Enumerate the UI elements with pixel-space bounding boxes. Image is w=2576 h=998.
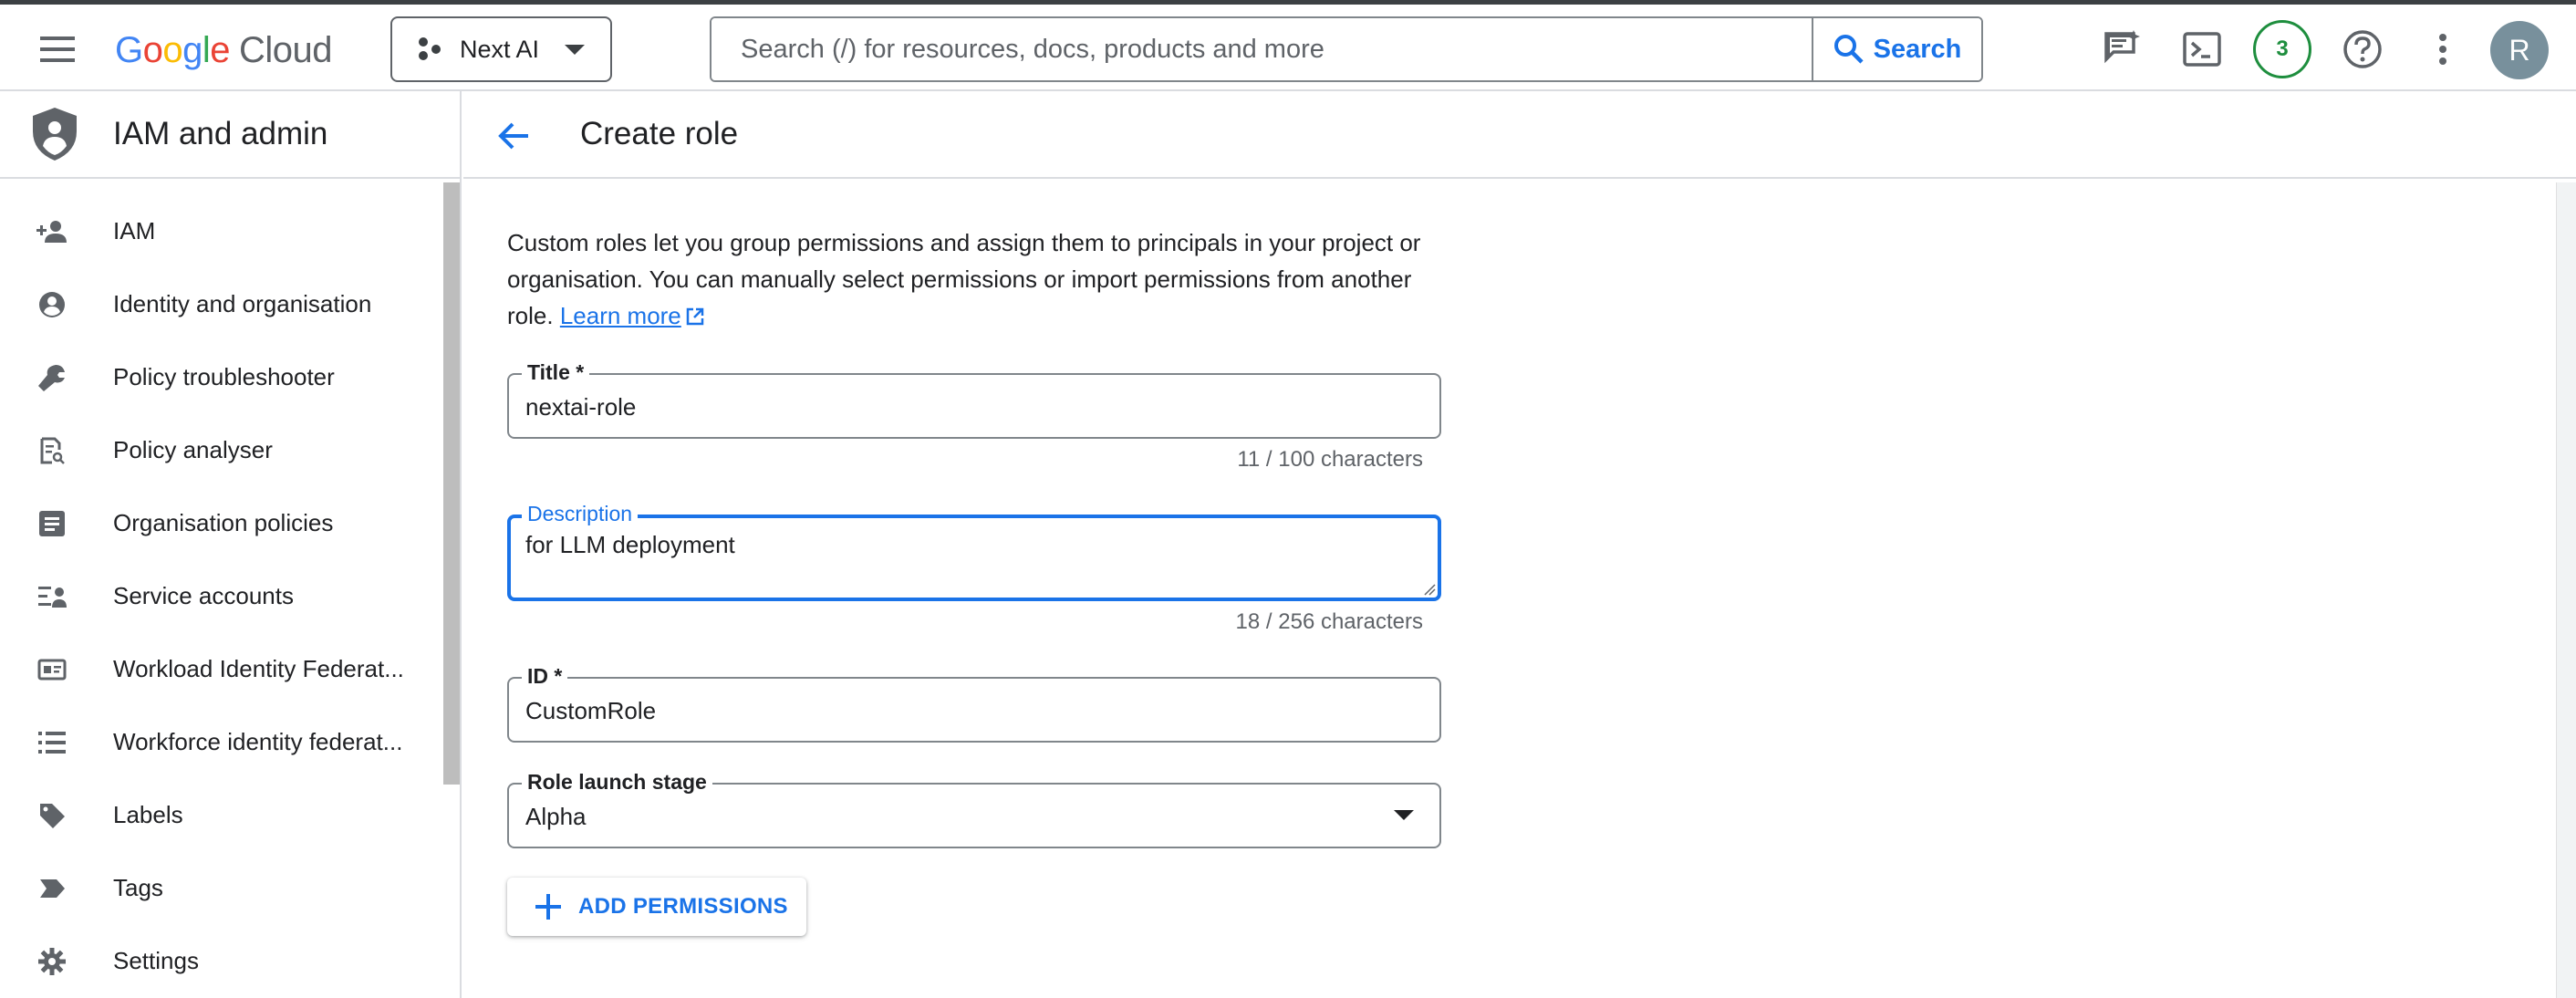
google-cloud-logo[interactable]: Go o g l e Cloud [115, 23, 333, 78]
open-in-new-icon [686, 307, 704, 326]
sidebar-item-labels[interactable]: Labels [0, 779, 441, 850]
sidebar-item-label: Organisation policies [113, 508, 334, 536]
role-launch-stage-value: Alpha [525, 803, 587, 830]
project-picker[interactable]: Next AI [390, 16, 612, 82]
plus-icon [535, 894, 561, 920]
sidebar-item-service-accounts[interactable]: Service accounts [0, 560, 441, 631]
main-menu-icon[interactable] [36, 28, 78, 70]
policy-document-icon [36, 435, 68, 466]
service-account-icon [36, 581, 68, 612]
top-app-bar: GoogleCloud Next AI Search 3 R [0, 5, 2576, 91]
sidebar-item-policy-analyser[interactable]: Policy analyser [0, 414, 441, 485]
add-permissions-button[interactable]: ADD PERMISSIONS [507, 878, 806, 936]
learn-more-link[interactable]: Learn more [560, 302, 681, 329]
page-header: Create role [463, 91, 2576, 179]
sidebar-item-label: Labels [113, 800, 183, 828]
search-icon [1833, 35, 1864, 64]
sidebar-scrollbar[interactable] [443, 182, 460, 785]
resize-handle-icon[interactable] [1423, 583, 1436, 596]
description-field-label: Description [522, 502, 639, 526]
help-icon[interactable] [2339, 26, 2386, 73]
main-scrollbar[interactable] [2556, 182, 2576, 998]
search-button[interactable]: Search [1812, 18, 1981, 80]
search-bar: Search [710, 16, 1983, 82]
project-name: Next AI [460, 35, 540, 63]
sidebar-item-label: Tags [113, 873, 163, 901]
role-launch-stage-label: Role launch stage [522, 770, 712, 795]
more-vert-icon[interactable] [2419, 26, 2467, 73]
title-char-counter: 11 / 100 characters [1237, 447, 1423, 472]
sidebar-item-workload-identity-federation[interactable]: Workload Identity Federat... [0, 633, 441, 704]
list-icon [36, 727, 68, 758]
sidebar: IAM and admin IAM Identity and organisat… [0, 91, 462, 998]
wrench-icon [36, 362, 68, 393]
description-char-counter: 18 / 256 characters [1235, 609, 1423, 634]
gear-icon [36, 946, 68, 977]
intro-text: Custom roles let you group permissions a… [507, 224, 1456, 334]
id-field-label: ID * [522, 664, 568, 689]
sidebar-item-label: Policy troubleshooter [113, 362, 335, 390]
id-field-value: CustomRole [525, 697, 657, 724]
logo-letter: o [142, 29, 163, 70]
id-field[interactable]: ID * CustomRole [507, 664, 1441, 743]
chevron-down-icon [565, 45, 585, 55]
article-icon [36, 508, 68, 539]
search-button-label: Search [1873, 34, 1962, 64]
sidebar-item-iam[interactable]: IAM [0, 195, 441, 266]
sidebar-header: IAM and admin [0, 91, 460, 179]
role-launch-stage-select[interactable]: Role launch stage Alpha [507, 770, 1441, 848]
title-field[interactable]: Title * nextai-role [507, 360, 1441, 439]
intro-line: organisation. You can manually select pe… [507, 265, 1412, 293]
learn-more-label: Learn more [559, 302, 681, 329]
label-icon [36, 800, 68, 831]
sidebar-item-settings[interactable]: Settings [0, 925, 441, 996]
logo-letter: e [210, 29, 231, 70]
tag-icon [36, 873, 68, 904]
sidebar-item-label: Service accounts [113, 581, 294, 609]
notifications-badge[interactable]: 3 [2253, 20, 2311, 78]
avatar[interactable]: R [2490, 21, 2549, 79]
sidebar-item-label: Policy analyser [113, 435, 273, 463]
shield-icon [33, 108, 77, 161]
intro-line: Custom roles let you group permissions a… [507, 229, 1421, 256]
sidebar-item-organisation-policies[interactable]: Organisation policies [0, 487, 441, 558]
chevron-down-icon [1394, 810, 1414, 820]
logo-letter: G [115, 29, 143, 70]
sidebar-item-identity-and-organisation[interactable]: Identity and organisation [0, 268, 441, 339]
title-field-value: nextai-role [525, 393, 637, 421]
id-card-icon [36, 654, 68, 685]
logo-cloud-text: Cloud [239, 29, 333, 70]
sidebar-item-workforce-identity-federation[interactable]: Workforce identity federat... [0, 706, 441, 777]
description-field-value: for LLM deployment [525, 531, 735, 558]
page-title: Create role [580, 116, 739, 151]
logo-letter: g [182, 29, 203, 70]
logo-letter: o [162, 29, 183, 70]
sidebar-item-label: Identity and organisation [113, 289, 372, 317]
sidebar-title: IAM and admin [113, 116, 328, 151]
sidebar-item-label: Settings [113, 946, 199, 974]
cloud-shell-terminal-icon[interactable] [2178, 26, 2226, 73]
search-input[interactable] [712, 18, 1812, 80]
intro-line-prefix: role. [507, 302, 554, 329]
sidebar-item-label: Workforce identity federat... [113, 727, 403, 755]
sidebar-item-label: Workload Identity Federat... [113, 654, 404, 682]
project-icon [419, 37, 441, 60]
person-add-icon [36, 216, 68, 247]
ai-assistant-chat-icon[interactable] [2098, 26, 2145, 73]
sidebar-item-policy-troubleshooter[interactable]: Policy troubleshooter [0, 341, 441, 412]
sidebar-item-label: IAM [113, 216, 156, 244]
intro-line: role. Learn more [507, 297, 1456, 334]
description-field[interactable]: Description for LLM deployment [507, 502, 1441, 601]
sidebar-item-tags[interactable]: Tags [0, 852, 441, 923]
logo-letter: l [202, 29, 211, 70]
account-circle-icon [36, 289, 68, 320]
back-arrow-icon[interactable] [491, 113, 536, 159]
title-field-label: Title * [522, 360, 590, 385]
add-permissions-label: ADD PERMISSIONS [578, 894, 788, 919]
